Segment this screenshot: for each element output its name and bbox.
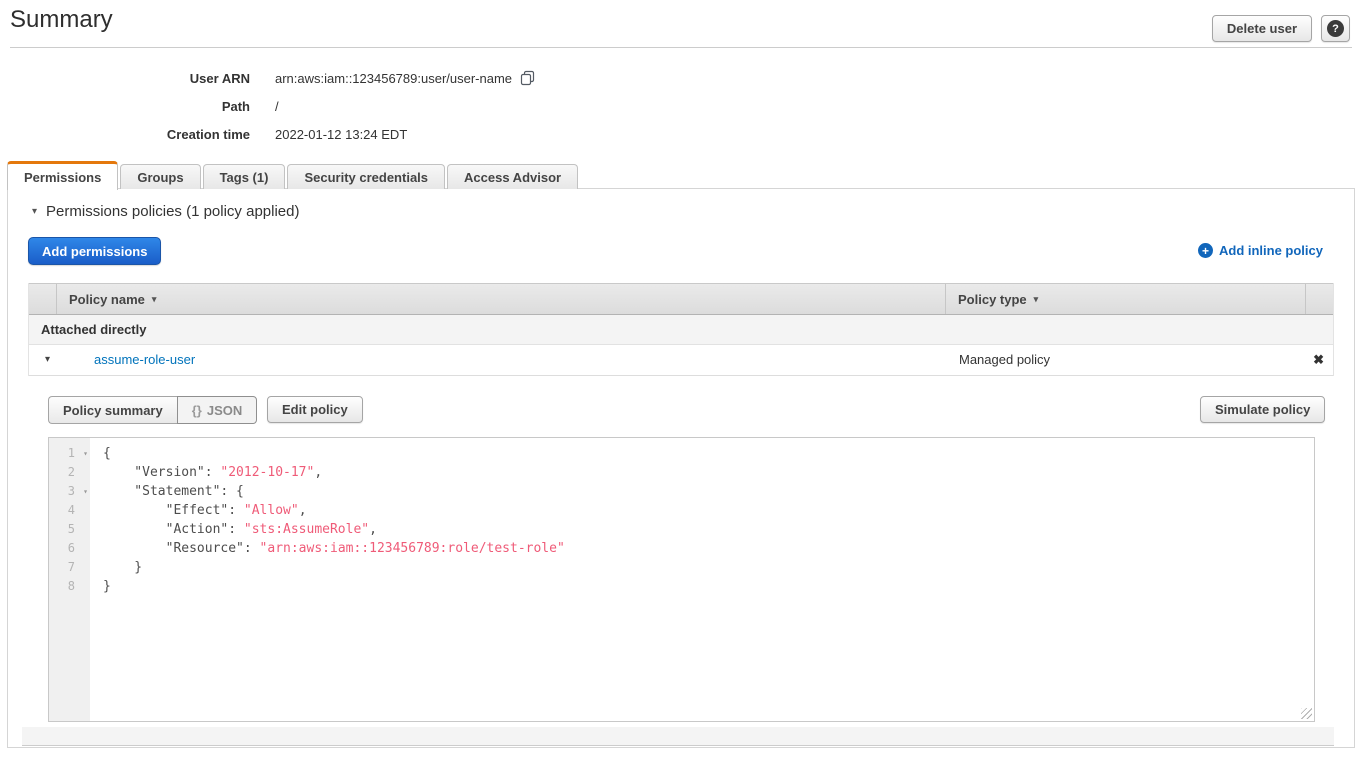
field-path: Path / [0,92,535,120]
policy-type-header-label: Policy type [958,292,1027,307]
user-arn-label: User ARN [0,71,250,86]
permissions-panel: ▾ Permissions policies (1 policy applied… [7,188,1355,748]
code-line: { [103,444,1314,463]
plus-icon: + [1198,243,1213,258]
editor-gutter: 1▾ 2 3▾ 4 5 6 7 8 [49,438,90,721]
editor-resize-handle[interactable] [1301,708,1312,719]
policy-name-header-label: Policy name [69,292,145,307]
policy-type-sort-icon: ▾ [1034,294,1039,305]
help-button[interactable]: ? [1321,15,1350,42]
tab-access-advisor[interactable]: Access Advisor [447,164,578,189]
editor-code-area[interactable]: { "Version": "2012-10-17", "Statement": … [90,438,1314,721]
add-inline-policy-link[interactable]: + Add inline policy [1198,243,1323,258]
add-permissions-button[interactable]: Add permissions [28,237,161,265]
delete-user-button[interactable]: Delete user [1212,15,1312,42]
creation-time-label: Creation time [0,127,250,142]
code-line: "Version": "2012-10-17", [103,463,1314,482]
code-line: "Resource": "arn:aws:iam::123456789:role… [103,539,1314,558]
line-number: 2 [49,463,90,482]
row-expand-arrow-icon[interactable]: ▾ [45,354,50,365]
tab-bar: Permissions Groups Tags (1) Security cre… [7,160,578,189]
permissions-policies-heading: Permissions policies (1 policy applied) [46,203,299,220]
policy-view-toggle: Policy summary {} JSON [48,396,257,424]
json-view-button[interactable]: {} JSON [177,396,258,424]
permissions-policies-section-toggle[interactable]: ▾ Permissions policies (1 policy applied… [32,203,299,220]
line-number: 4 [49,501,90,520]
add-inline-policy-label: Add inline policy [1219,243,1323,258]
policy-name-link[interactable]: assume-role-user [94,352,195,367]
tab-groups[interactable]: Groups [120,164,200,189]
code-line: "Statement": { [103,482,1314,501]
policy-type-value: Managed policy [959,352,1050,367]
tab-permissions[interactable]: Permissions [7,161,118,190]
tab-tags[interactable]: Tags (1) [203,164,286,189]
line-number: 8 [49,577,90,596]
line-number: 5 [49,520,90,539]
header-actions-column [1306,284,1333,314]
field-user-arn: User ARN arn:aws:iam::123456789:user/use… [0,64,535,92]
policy-table-header: Policy name ▾ Policy type ▾ [29,283,1333,315]
path-value: / [275,99,279,114]
policy-table-row: ▾ assume-role-user Managed policy ✖ [29,345,1333,376]
header-divider [10,47,1352,48]
collapse-arrow-icon: ▾ [32,206,37,217]
json-policy-editor[interactable]: 1▾ 2 3▾ 4 5 6 7 8 { "Version": "2012-10-… [48,437,1315,722]
edit-policy-button[interactable]: Edit policy [267,396,363,423]
copy-icon[interactable] [520,70,535,86]
remove-policy-icon[interactable]: ✖ [1313,352,1324,368]
header-actions: Delete user ? [1212,15,1350,42]
line-number: 6 [49,539,90,558]
tab-security-credentials[interactable]: Security credentials [287,164,445,189]
fold-arrow-icon[interactable]: ▾ [83,444,88,463]
path-label: Path [0,99,250,114]
policy-detail-footer [22,727,1334,746]
line-number: 1▾ [49,444,90,463]
page-title: Summary [10,6,113,34]
fold-arrow-icon[interactable]: ▾ [83,482,88,501]
attached-directly-group-row: Attached directly [29,315,1333,345]
code-line: "Effect": "Allow", [103,501,1314,520]
field-creation-time: Creation time 2022-01-12 13:24 EDT [0,120,535,148]
code-line: } [103,577,1314,596]
help-icon: ? [1327,20,1344,37]
code-line: "Action": "sts:AssumeRole", [103,520,1314,539]
line-number: 7 [49,558,90,577]
summary-fields: User ARN arn:aws:iam::123456789:user/use… [0,64,535,148]
creation-time-value: 2022-01-12 13:24 EDT [275,127,407,142]
column-header-policy-type[interactable]: Policy type ▾ [946,284,1306,314]
braces-icon: {} [192,403,202,418]
policy-name-sort-icon: ▾ [152,294,157,305]
code-line: } [103,558,1314,577]
line-number: 3▾ [49,482,90,501]
user-arn-value: arn:aws:iam::123456789:user/user-name [275,71,512,86]
policy-table: Policy name ▾ Policy type ▾ Attached dir… [28,283,1334,376]
policy-summary-button[interactable]: Policy summary [48,396,177,424]
column-header-policy-name[interactable]: Policy name ▾ [57,284,946,314]
json-label: JSON [207,403,242,418]
header-expand-column [29,284,57,314]
simulate-policy-button[interactable]: Simulate policy [1200,396,1325,423]
